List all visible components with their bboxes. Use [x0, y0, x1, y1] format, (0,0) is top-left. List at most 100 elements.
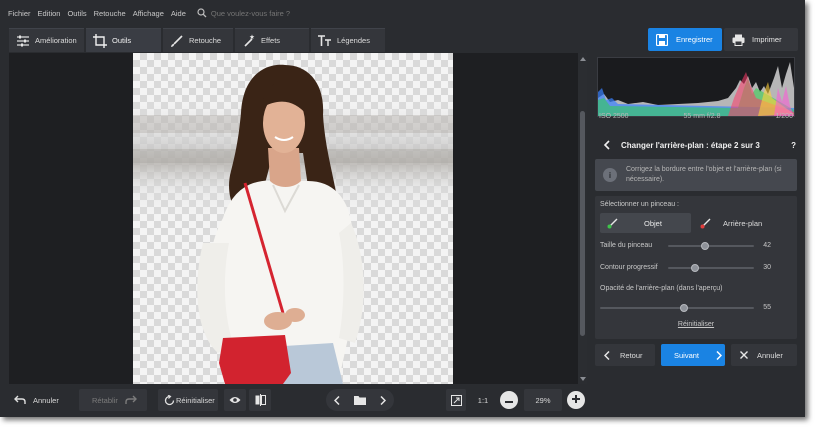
menu-bar: Fichier Edition Outils Retouche Affichag…: [0, 0, 805, 26]
sliders-icon: [15, 33, 31, 49]
next-button[interactable]: Suivant: [661, 344, 725, 366]
histogram-graph: [598, 62, 794, 116]
brush-object-button[interactable]: Objet: [600, 213, 691, 233]
brush-heading: Sélectionner un pinceau :: [600, 201, 679, 208]
cancel-button[interactable]: Annuler: [731, 344, 797, 366]
cancel-label: Annuler: [757, 350, 783, 360]
compare-button[interactable]: [249, 389, 271, 411]
tab-outils[interactable]: Outils: [86, 28, 161, 52]
undo-icon: [13, 393, 27, 407]
text-icon: [317, 33, 333, 49]
zoom-out-button[interactable]: [500, 391, 518, 409]
save-button[interactable]: Enregistrer: [648, 28, 722, 51]
print-label: Imprimer: [752, 35, 782, 44]
canvas-vertical-scrollbar[interactable]: [578, 53, 587, 384]
help-icon[interactable]: ?: [791, 141, 796, 150]
image-navigation: [326, 389, 394, 411]
zoom-in-button[interactable]: [567, 391, 585, 409]
info-icon: i: [603, 168, 617, 182]
brush-minus-icon: [699, 216, 713, 230]
reset-icon: [162, 393, 176, 407]
menu-aide[interactable]: Aide: [171, 9, 186, 18]
brush-size-label: Taille du pinceau: [600, 242, 653, 249]
zoom-level[interactable]: 29%: [524, 389, 562, 411]
right-panel: ISO 2500 55 mm f/2.8 1/200 Changer l'arr…: [592, 53, 805, 417]
chevron-right-icon: [713, 348, 725, 362]
bottom-bar: Annuler Rétablir Réinitialiser 1:1 29%: [0, 384, 587, 417]
back-button[interactable]: Retour: [595, 344, 655, 366]
slider-knob[interactable]: [701, 242, 709, 250]
exif-info: ISO 2500 55 mm f/2.8 1/200: [599, 113, 793, 120]
magic-wand-icon: [241, 33, 257, 49]
search-box[interactable]: [196, 7, 341, 19]
scroll-down-icon[interactable]: [579, 375, 586, 382]
search-icon: [196, 7, 208, 19]
redo-icon: [124, 393, 138, 407]
brush-object-label: Objet: [644, 218, 662, 228]
slider-track: [668, 267, 754, 269]
menu-retouche[interactable]: Retouche: [94, 9, 126, 18]
reset-label: Réinitialiser: [176, 395, 215, 405]
actual-size-button[interactable]: 1:1: [472, 389, 494, 411]
chevron-right-icon[interactable]: [376, 393, 390, 407]
brush-size-slider[interactable]: [668, 242, 754, 250]
slider-track: [668, 245, 754, 247]
opacity-slider[interactable]: [600, 304, 754, 312]
feather-slider[interactable]: [668, 264, 754, 272]
chevron-left-icon: [600, 348, 614, 362]
printer-icon: [730, 32, 746, 48]
lens-value: 55 mm f/2.8: [683, 113, 721, 120]
scroll-up-icon[interactable]: [579, 55, 586, 62]
step-header: Changer l'arrière-plan : étape 2 sur 3 ?: [597, 135, 800, 155]
brush-background-button[interactable]: Arrière-plan: [699, 213, 790, 233]
slider-knob[interactable]: [691, 264, 699, 272]
photo-illustration: [133, 64, 453, 384]
print-button[interactable]: Imprimer: [724, 28, 798, 51]
shutter-value: 1/200: [775, 113, 793, 120]
tab-retouche[interactable]: Retouche: [163, 28, 233, 52]
opacity-value: 55: [763, 304, 771, 311]
tab-label: Légendes: [337, 36, 370, 45]
image-canvas[interactable]: [9, 53, 587, 384]
scrollbar-thumb[interactable]: [580, 111, 585, 336]
feather-label: Contour progressif: [600, 264, 658, 271]
tab-amelioration[interactable]: Amélioration: [9, 28, 84, 52]
fit-screen-button[interactable]: [446, 389, 466, 411]
tab-label: Outils: [112, 36, 132, 45]
histogram: [597, 57, 795, 117]
undo-label: Annuler: [33, 395, 59, 405]
menu-edition[interactable]: Edition: [38, 9, 61, 18]
brush-background-label: Arrière-plan: [723, 218, 763, 228]
chevron-left-icon[interactable]: [330, 393, 344, 407]
feather-value: 30: [763, 264, 771, 271]
photo-preview[interactable]: [133, 53, 453, 384]
tab-effets[interactable]: Effets: [235, 28, 309, 52]
back-arrow-icon[interactable]: [599, 138, 613, 152]
tab-label: Retouche: [189, 36, 222, 45]
plus-icon: [572, 395, 580, 405]
brush-size-value: 42: [763, 242, 771, 249]
info-text: Corrigez la bordure entre l'objet et l'a…: [626, 166, 782, 183]
tab-legendes[interactable]: Légendes: [311, 28, 385, 52]
save-label: Enregistrer: [676, 35, 713, 44]
eye-icon: [228, 393, 242, 407]
opacity-label: Opacité de l'arrière-plan (dans l'aperçu…: [600, 285, 723, 292]
back-label: Retour: [620, 350, 643, 360]
reset-button[interactable]: Réinitialiser: [158, 389, 218, 411]
menu-outils[interactable]: Outils: [67, 9, 86, 18]
reset-link[interactable]: Réinitialiser: [595, 321, 797, 328]
search-input[interactable]: [210, 8, 341, 18]
menu-affichage[interactable]: Affichage: [133, 9, 164, 18]
slider-knob[interactable]: [680, 304, 688, 312]
menu-fichier[interactable]: Fichier: [8, 9, 31, 18]
fit-screen-icon: [449, 393, 463, 407]
step-title: Changer l'arrière-plan : étape 2 sur 3: [621, 140, 760, 150]
preview-toggle-button[interactable]: [224, 389, 246, 411]
redo-button[interactable]: Rétablir: [79, 389, 147, 411]
folder-icon[interactable]: [353, 393, 367, 407]
iso-value: ISO 2500: [599, 113, 629, 120]
tab-label: Amélioration: [35, 36, 77, 45]
undo-button[interactable]: Annuler: [9, 389, 67, 411]
crop-icon: [92, 33, 108, 49]
toolbar: Amélioration Outils Retouche Effets Lége…: [0, 26, 805, 53]
